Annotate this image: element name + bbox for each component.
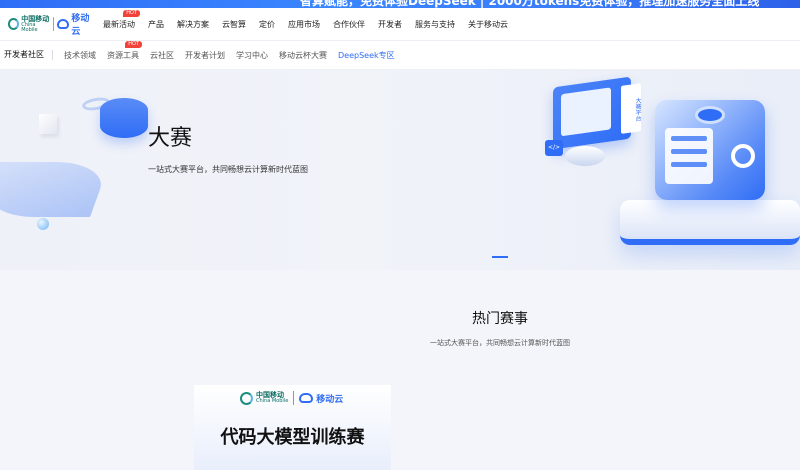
china-mobile-logo: 中国移动 China Mobile (8, 15, 50, 33)
hot-badge: HOT (123, 9, 140, 17)
hero-banner: 大赛 一站式大赛平台，共同畅想云计算新时代蓝图 大赛平台 </> (0, 70, 800, 270)
nav-menu: 最新活动 HOT 产品 解决方案 云智算 定价 应用市场 合作伙伴 开发者 服务… (103, 9, 521, 30)
promo-text: 智算赋能，免费体验DeepSeek | 2000万tokens免费体验，推理加速… (300, 0, 760, 8)
hero-illustration: 大赛平台 </> (535, 76, 800, 260)
illustration-monitor: 大赛平台 (553, 76, 641, 150)
carousel-dot-active[interactable] (492, 256, 508, 258)
cloud-brand-name: 移动云 (71, 14, 90, 37)
decorative-cylinder (100, 98, 148, 138)
code-icon: </> (545, 140, 563, 156)
subnav-item-tech-fields[interactable]: 技术领域 (64, 50, 96, 61)
promo-banner[interactable]: 智算赋能，免费体验DeepSeek | 2000万tokens免费体验，推理加速… (0, 0, 800, 8)
checklist-icon (665, 128, 713, 184)
subnav-item-cloud-community[interactable]: 云社区 (150, 50, 174, 61)
logo-divider (53, 17, 55, 31)
china-mobile-icon (8, 18, 20, 30)
cloud-icon (299, 393, 314, 403)
subnav-item-developer-program[interactable]: 开发者计划 (185, 50, 225, 61)
section-subtitle: 一站式大赛平台，共同畅想云计算新时代蓝图 (430, 339, 570, 347)
decorative-wave (0, 162, 111, 217)
logo-divider (293, 391, 295, 405)
card-brand-logo: 中国移动 China Mobile 移动云 (240, 391, 343, 405)
monitor-screen (561, 87, 611, 137)
china-mobile-icon (240, 391, 253, 405)
card-title: 代码大模型训练赛 (220, 427, 365, 448)
sub-nav: 开发者社区 技术领域 资源工具 HOT 云社区 开发者计划 学习中心 移动云杯大… (0, 40, 800, 70)
nav-item-partners[interactable]: 合作伙伴 (333, 19, 365, 30)
section-title: 热门赛事 (472, 311, 528, 327)
nav-item-marketplace[interactable]: 应用市场 (288, 19, 320, 30)
gauge-icon (731, 144, 755, 168)
card-cloud-name: 移动云 (316, 394, 344, 405)
monitor-label: 大赛平台 (621, 83, 641, 134)
main-nav: 中国移动 China Mobile 移动云 最新活动 HOT 产品 解决方案 云… (0, 8, 800, 41)
nav-item-about[interactable]: 关于移动云 (468, 19, 508, 30)
nav-item-products[interactable]: 产品 (148, 19, 164, 30)
event-card[interactable]: 中国移动 China Mobile 移动云 代码大模型训练赛 (194, 385, 391, 470)
subnav-item-competition[interactable]: 移动云杯大赛 (279, 50, 327, 61)
nav-item-intelligent-computing[interactable]: 云智算 (222, 19, 246, 30)
nav-item-solutions[interactable]: 解决方案 (177, 19, 209, 30)
subnav-title[interactable]: 开发者社区 (4, 50, 53, 60)
user-icon (695, 106, 725, 124)
decorative-cube (39, 114, 57, 134)
nav-item-pricing[interactable]: 定价 (259, 19, 275, 30)
brand-logo[interactable]: 中国移动 China Mobile 移动云 (8, 13, 96, 37)
card-china-mobile-en: China Mobile (256, 398, 289, 404)
nav-item-developers[interactable]: 开发者 (378, 19, 402, 30)
hero-title: 大赛 (148, 126, 193, 151)
nav-item-latest-activities[interactable]: 最新活动 HOT (103, 9, 140, 30)
china-mobile-en: China Mobile (21, 21, 38, 33)
illustration-cube (655, 100, 765, 200)
subnav-item-learning-center[interactable]: 学习中心 (236, 50, 268, 61)
illustration-platform (620, 200, 800, 245)
carousel-indicator (492, 256, 508, 258)
decorative-sphere (37, 218, 49, 230)
hot-badge: HOT (125, 40, 142, 48)
cloud-icon (57, 19, 70, 29)
subnav-item-deepseek[interactable]: DeepSeek专区 (338, 50, 395, 61)
subnav-item-resource-tools[interactable]: 资源工具 HOT (107, 40, 142, 61)
hero-subtitle: 一站式大赛平台，共同畅想云计算新时代蓝图 (148, 165, 308, 174)
monitor-stand (565, 146, 605, 166)
nav-item-service-support[interactable]: 服务与支持 (415, 19, 455, 30)
